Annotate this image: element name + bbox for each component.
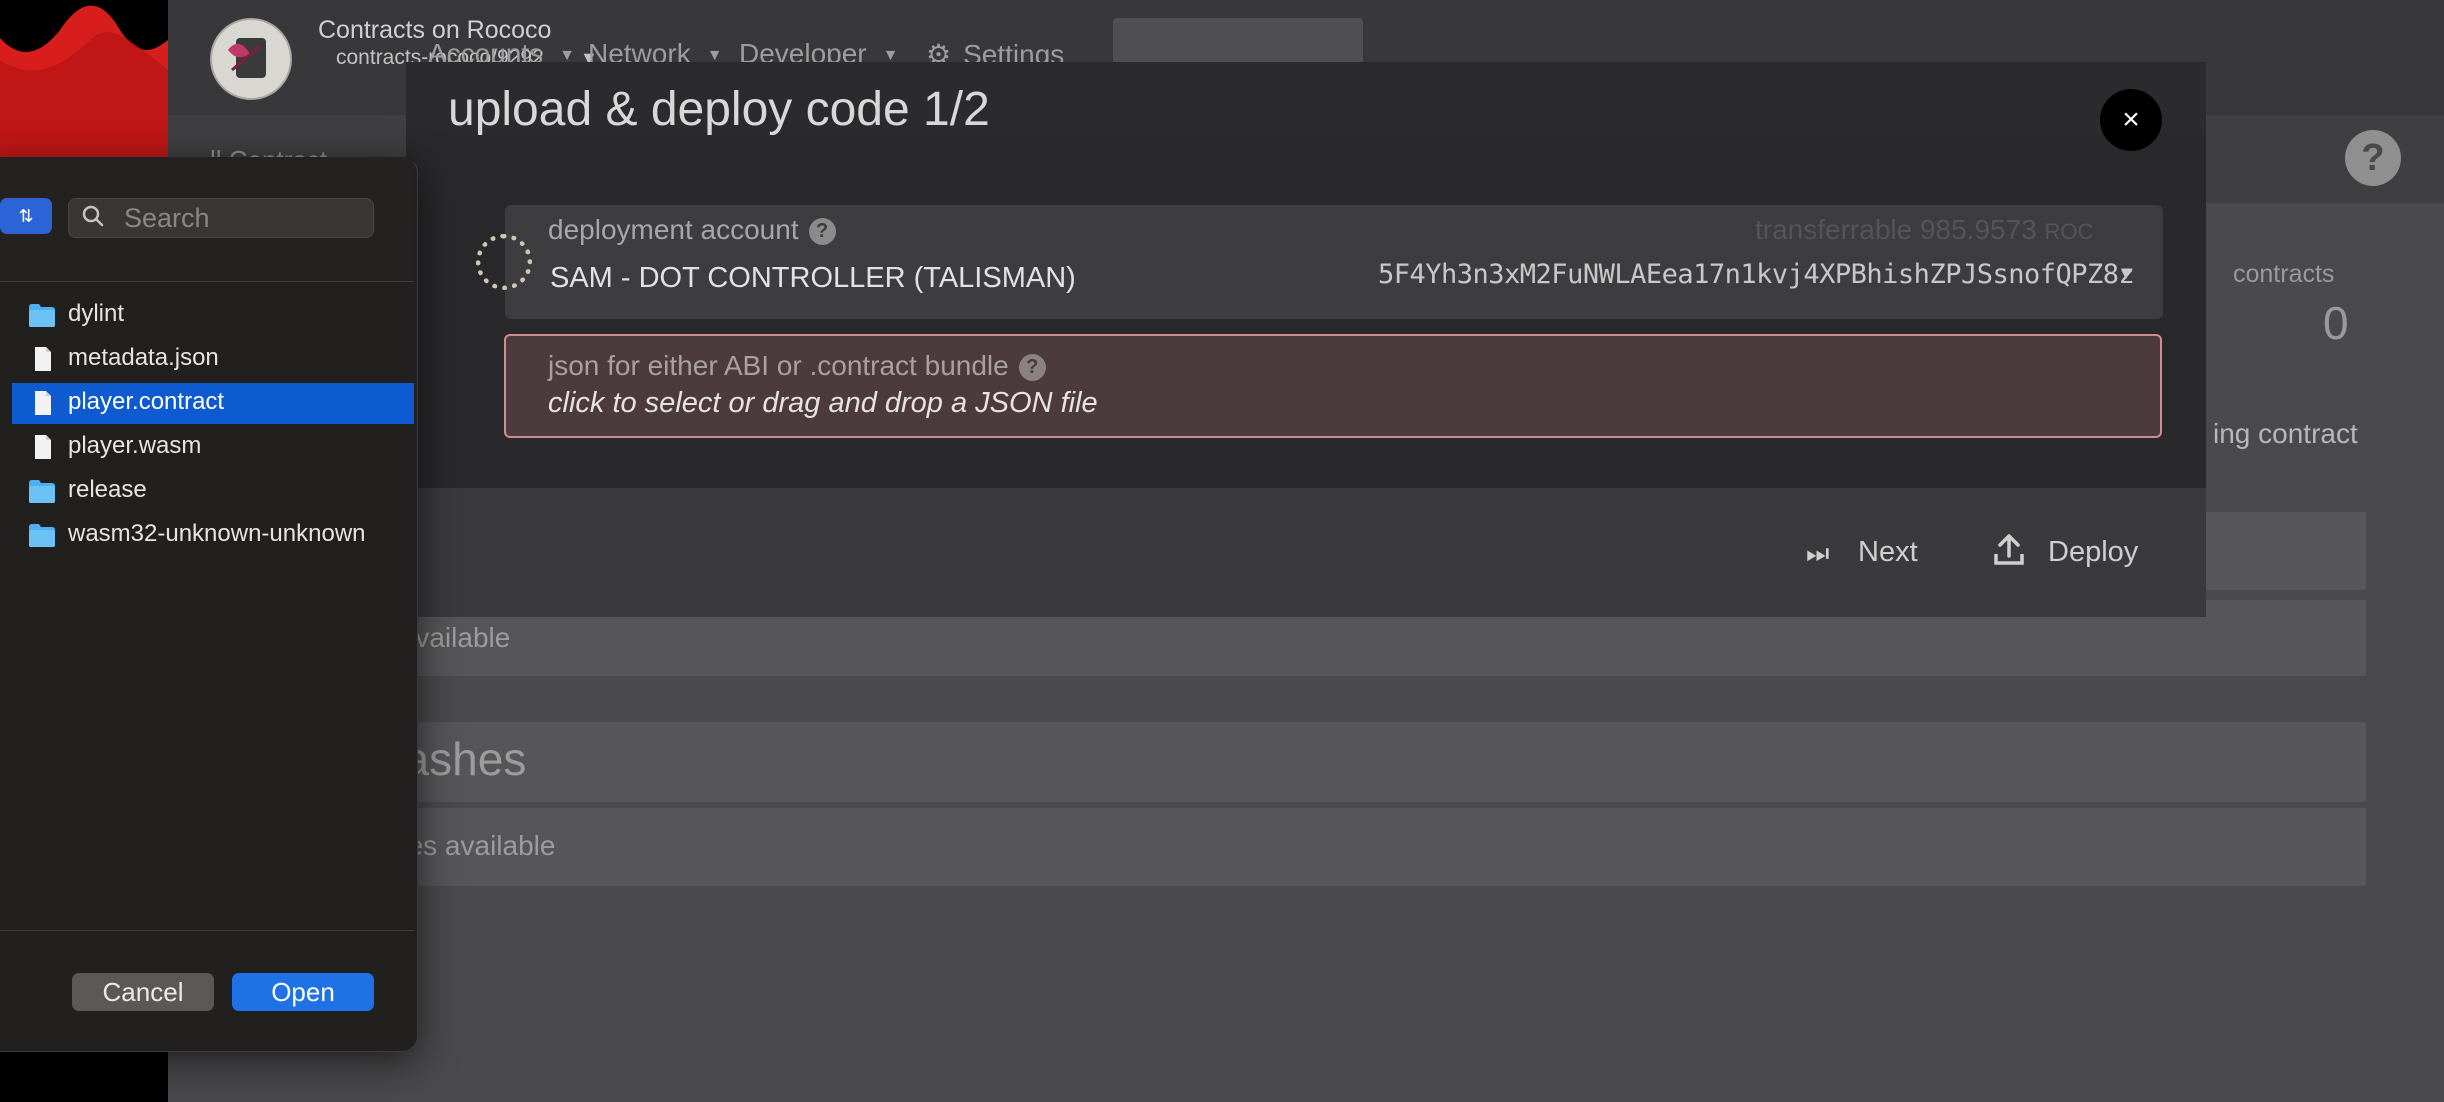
file-row-player-contract[interactable]: player.contract xyxy=(12,383,414,424)
help-icon[interactable]: ? xyxy=(808,218,836,246)
transferrable-unit: ROC xyxy=(2044,219,2094,244)
document-icon xyxy=(35,347,51,371)
json-file-hint[interactable]: click to select or drag and drop a JSON … xyxy=(548,387,1098,420)
folder-icon xyxy=(29,304,55,327)
help-icon[interactable]: ? xyxy=(2345,130,2401,186)
deploy-button[interactable]: Deploy xyxy=(2048,536,2138,569)
account-address: 5F4Yh3n3xM2FuNWLAEea17n1kvj4XPBhishZPJSs… xyxy=(1378,259,2135,290)
file-name: player.wasm xyxy=(68,432,202,459)
search-input[interactable] xyxy=(68,198,374,238)
contracts-stat-label: contracts xyxy=(2233,260,2335,288)
code-hashes-empty-row: shes available xyxy=(378,808,2366,886)
file-name: release xyxy=(68,476,147,503)
search-icon xyxy=(82,205,104,227)
file-row-dylint[interactable]: dylint xyxy=(12,295,414,336)
transferrable-balance: transferrable 985.9573 ROC xyxy=(1755,214,2093,246)
transferrable-value: 985.9573 xyxy=(1919,214,2037,245)
file-name: dylint xyxy=(68,300,125,327)
deployment-account-label: deployment account? xyxy=(548,214,836,246)
open-button[interactable]: Open xyxy=(232,973,374,1011)
code-hashes-section-header: hashes xyxy=(378,722,2366,802)
modal-footer xyxy=(406,488,2206,617)
chevron-down-icon[interactable]: ▼ xyxy=(2118,266,2134,284)
json-file-label: json for either ABI or .contract bundle? xyxy=(548,350,1046,382)
file-row-wasm32-unknown-unknown[interactable]: wasm32-unknown-unknown xyxy=(12,515,414,556)
folder-icon xyxy=(29,524,55,547)
modal-title: upload & deploy code 1/2 xyxy=(448,83,990,136)
close-icon[interactable]: × xyxy=(2100,89,2162,151)
view-mode-select[interactable]: ⇅ xyxy=(0,198,52,234)
transferrable-label: transferrable xyxy=(1755,214,1913,245)
file-row-metadata-json[interactable]: metadata.json xyxy=(12,339,414,380)
file-row-release[interactable]: release xyxy=(12,471,414,512)
file-name: player.contract xyxy=(68,388,225,415)
add-existing-contract-button[interactable]: ing contract xyxy=(2213,418,2358,450)
deployment-account-label-text: deployment account xyxy=(548,214,799,245)
file-name: wasm32-unknown-unknown xyxy=(68,520,366,547)
document-icon xyxy=(35,391,51,415)
contracts-stat-value: 0 xyxy=(2323,297,2349,349)
next-button[interactable]: Next xyxy=(1858,536,1918,569)
document-icon xyxy=(35,435,51,459)
search-placeholder: Search xyxy=(124,203,210,233)
file-row-player-wasm[interactable]: player.wasm xyxy=(12,427,414,468)
cancel-button[interactable]: Cancel xyxy=(72,973,214,1011)
file-name: metadata.json xyxy=(68,344,219,371)
folder-icon xyxy=(29,480,55,503)
chain-logo[interactable] xyxy=(210,18,292,100)
step-forward-icon[interactable]: ⏭ xyxy=(1806,538,1829,570)
account-identicon xyxy=(476,234,532,290)
json-file-label-text: json for either ABI or .contract bundle xyxy=(548,350,1009,381)
divider xyxy=(0,930,414,931)
help-icon[interactable]: ? xyxy=(1018,354,1046,382)
file-open-dialog xyxy=(0,157,418,1052)
upload-icon[interactable] xyxy=(1994,534,2024,573)
divider xyxy=(0,281,414,282)
account-name: SAM - DOT CONTROLLER (TALISMAN) xyxy=(550,262,1076,294)
